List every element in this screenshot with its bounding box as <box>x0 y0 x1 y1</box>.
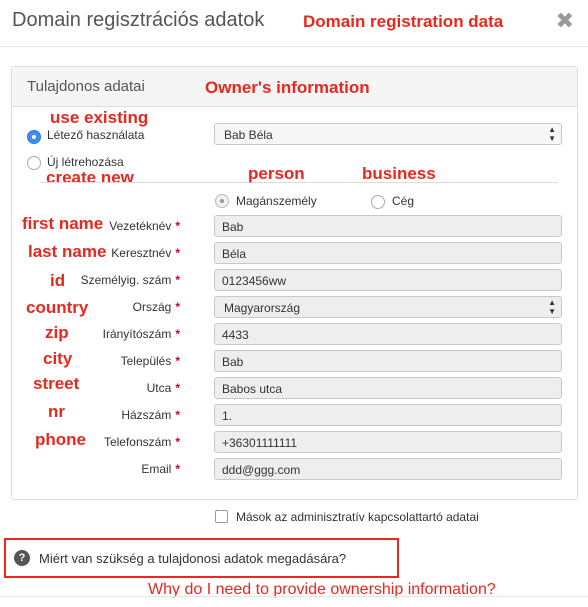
select-arrows-icon: ▲ ▼ <box>548 298 556 316</box>
annotation-nr: nr <box>48 402 65 421</box>
admin-contact-label: Mások az adminisztratív kapcsolattartó a… <box>236 510 479 524</box>
annotation-person: person <box>248 164 305 183</box>
use-existing-label: Létező használata <box>47 128 145 142</box>
footer-divider <box>0 596 588 597</box>
annotation-country: country <box>26 298 89 317</box>
street-input[interactable]: Babos utca <box>214 377 562 399</box>
street-label: Utca * <box>146 381 180 395</box>
annotation-city: city <box>43 349 73 368</box>
help-text: Miért van szükség a tulajdonosi adatok m… <box>39 551 347 566</box>
country-label: Ország * <box>132 300 180 314</box>
create-new-radio[interactable] <box>27 156 41 170</box>
select-arrows-icon: ▲ ▼ <box>548 125 556 143</box>
annotation-first-name: first name <box>22 214 104 233</box>
first-name-label: Keresztnév * <box>111 246 180 260</box>
annotation-business: business <box>362 164 436 183</box>
annotation-create-new: create new <box>46 168 134 187</box>
last-name-label: Vezetéknév * <box>109 219 180 233</box>
business-radio[interactable] <box>371 195 385 209</box>
close-icon[interactable]: ✖ <box>556 9 574 33</box>
zip-input[interactable]: 4433 <box>214 323 562 345</box>
admin-contact-checkbox[interactable] <box>215 510 228 523</box>
email-input[interactable]: ddd@ggg.com <box>214 458 562 480</box>
phone-input[interactable]: +36301111111 <box>214 431 562 453</box>
country-select[interactable]: Magyarország ▲ ▼ <box>214 296 562 318</box>
help-link[interactable]: ? Miért van szükség a tulajdonosi adatok… <box>4 538 399 578</box>
person-label: Magánszemély <box>236 194 317 208</box>
city-label: Település * <box>120 354 180 368</box>
email-label: Email * <box>141 462 180 476</box>
person-radio[interactable] <box>215 194 229 208</box>
phone-label: Telefonszám * <box>103 435 180 449</box>
business-label: Cég <box>392 194 415 208</box>
annotation-id: id <box>50 271 66 290</box>
use-existing-radio[interactable] <box>27 130 41 144</box>
id-number-label: Személyig. szám * <box>80 273 180 287</box>
country-value: Magyarország <box>224 301 301 315</box>
modal-title: Domain regisztrációs adatok <box>12 9 265 31</box>
annotation-use-existing: use existing <box>50 108 149 127</box>
house-nr-input[interactable]: 1. <box>214 404 562 426</box>
annotation-zip: zip <box>45 323 69 342</box>
create-new-label: Új létrehozása <box>47 155 124 169</box>
annotation-owner-info: Owner's information <box>205 78 370 97</box>
header-divider <box>0 46 588 47</box>
id-number-input[interactable]: 0123456ww <box>214 269 562 291</box>
existing-contact-select[interactable]: Bab Béla ▲ ▼ <box>214 123 562 145</box>
annotation-last-name: last name <box>28 242 107 261</box>
house-nr-label: Házszám * <box>121 408 180 422</box>
zip-label: Irányítószám * <box>102 327 180 341</box>
annotation-street: street <box>33 374 80 393</box>
existing-contact-value: Bab Béla <box>224 128 273 142</box>
first-name-input[interactable]: Béla <box>214 242 562 264</box>
annotation-title: Domain registration data <box>303 12 504 31</box>
annotation-phone: phone <box>35 430 86 449</box>
city-input[interactable]: Bab <box>214 350 562 372</box>
last-name-input[interactable]: Bab <box>214 215 562 237</box>
question-circle-icon: ? <box>14 550 30 566</box>
